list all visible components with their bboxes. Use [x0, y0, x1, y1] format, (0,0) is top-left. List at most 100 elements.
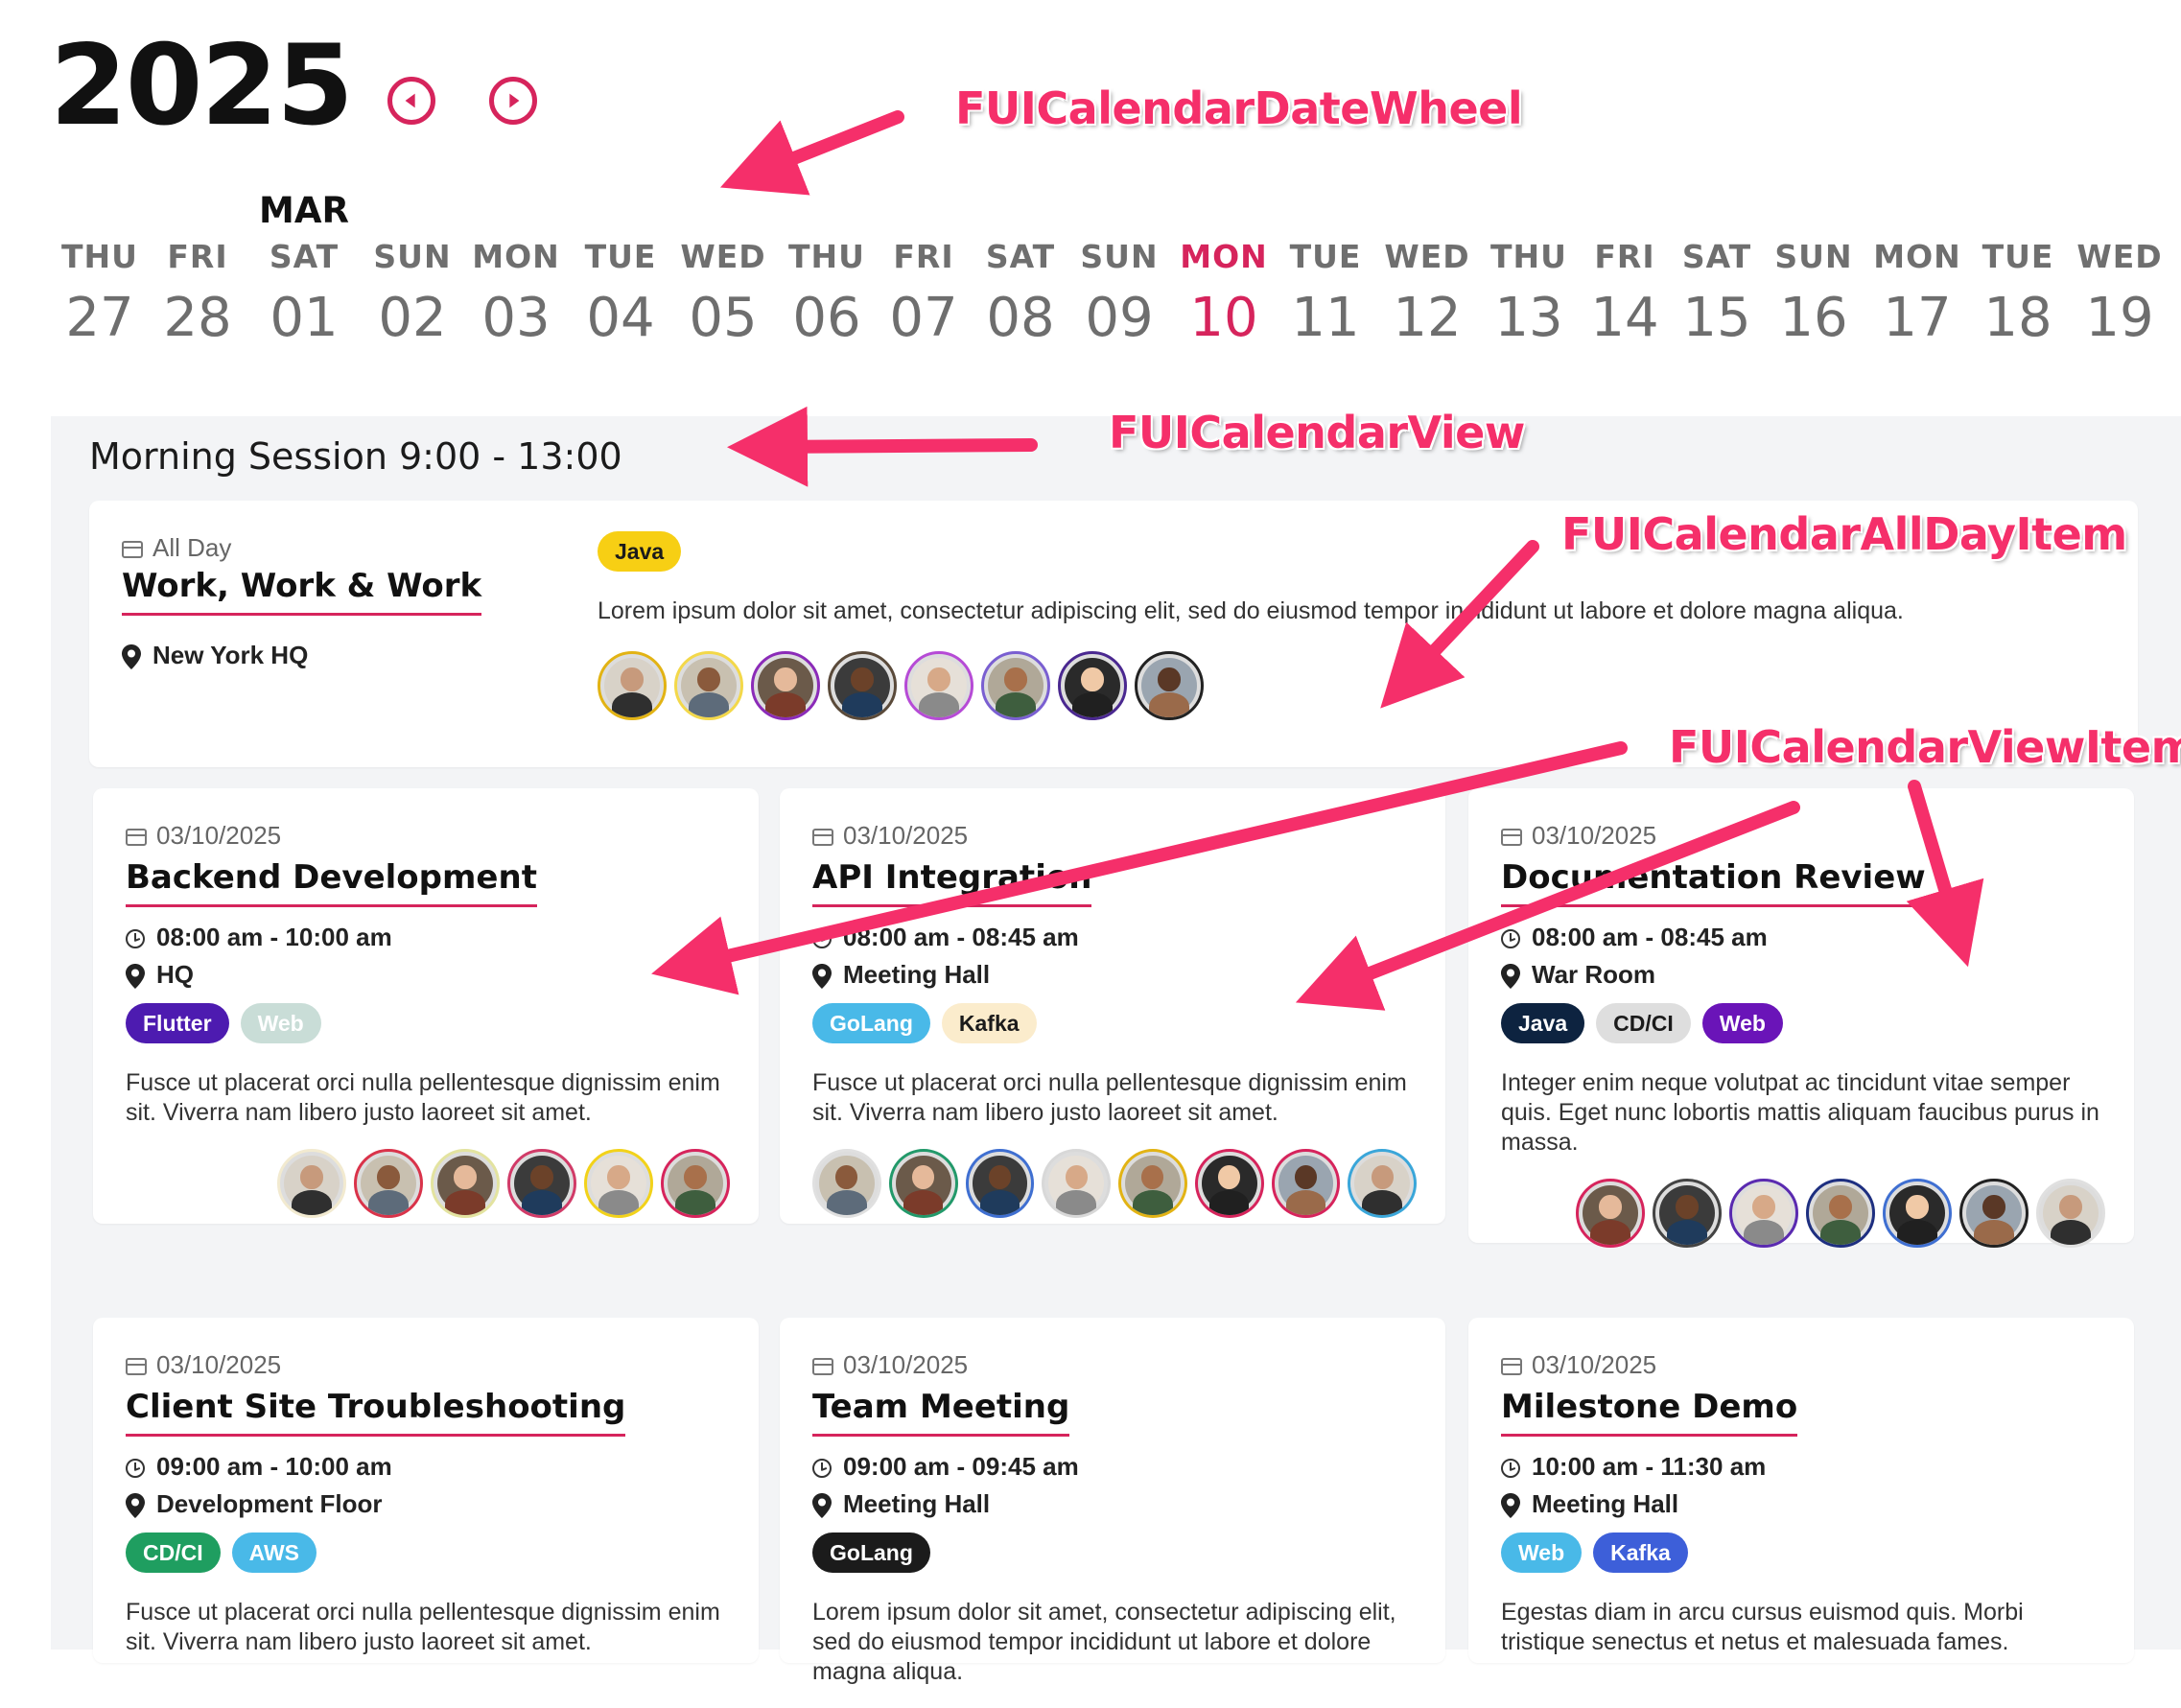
event-tag[interactable]: Flutter [126, 1003, 229, 1043]
event-tag[interactable]: CD/CI [126, 1533, 221, 1573]
attendee-avatar[interactable] [1042, 1149, 1111, 1218]
location-pin-icon [1501, 964, 1520, 990]
attendee-avatar[interactable] [1194, 1149, 1264, 1218]
event-tag[interactable]: Kafka [1593, 1533, 1688, 1573]
day-number: 05 [689, 287, 758, 349]
attendee-avatar[interactable] [1729, 1179, 1798, 1248]
day-name: THU [788, 238, 865, 275]
date-wheel-day[interactable]: THU 06 [774, 238, 879, 349]
event-title: Team Meeting [812, 1388, 1070, 1437]
calendar-view-item[interactable]: 03/10/2025 API Integration 08:00 am - 08… [780, 788, 1445, 1224]
event-tag[interactable]: Web [240, 1003, 321, 1043]
attendee-avatar[interactable] [828, 651, 897, 720]
date-wheel-day[interactable]: MON 10 [1171, 238, 1277, 349]
attendee-avatar[interactable] [431, 1149, 500, 1218]
clock-icon [812, 1459, 832, 1479]
event-tag[interactable]: Web [1501, 1533, 1583, 1573]
calendar-view-item[interactable]: 03/10/2025 Backend Development 08:00 am … [93, 788, 759, 1224]
attendee-avatar[interactable] [981, 651, 1050, 720]
day-number: 10 [1189, 287, 1258, 349]
clock-icon [126, 929, 145, 949]
day-name: WED [680, 238, 766, 275]
day-number: 12 [1393, 287, 1462, 349]
previous-year-button[interactable] [387, 77, 435, 125]
date-wheel-day[interactable]: MON 03 [463, 238, 569, 349]
day-number: 02 [378, 287, 447, 349]
attendee-avatar[interactable] [1058, 651, 1127, 720]
attendee-avatar[interactable] [2036, 1179, 2105, 1248]
event-tag[interactable]: GoLang [812, 1533, 930, 1573]
date-wheel-day[interactable]: SUN 16 [1761, 238, 1866, 349]
day-name: FRI [893, 238, 954, 275]
date-wheel-day[interactable]: MON 17 [1864, 238, 1970, 349]
event-tag[interactable]: Kafka [941, 1003, 1037, 1043]
date-wheel-day[interactable]: SAT 01 [251, 238, 357, 349]
date-wheel-day[interactable]: THU 27 [47, 238, 152, 349]
attendee-avatar[interactable] [1135, 651, 1204, 720]
calendar-view-item[interactable]: 03/10/2025 Client Site Troubleshooting 0… [93, 1318, 759, 1663]
attendee-avatar[interactable] [1959, 1179, 2029, 1248]
event-description: Fusce ut placerat orci nulla pellentesqu… [812, 1069, 1407, 1126]
event-tag[interactable]: GoLang [812, 1003, 930, 1043]
attendee-avatar[interactable] [584, 1149, 653, 1218]
day-name: TUE [1289, 238, 1362, 275]
attendee-avatar[interactable] [1576, 1179, 1645, 1248]
day-number: 28 [163, 287, 232, 349]
day-number: 19 [2085, 287, 2154, 349]
event-tag[interactable]: Web [1701, 1003, 1783, 1043]
attendee-avatar[interactable] [965, 1149, 1035, 1218]
calendar-view-item[interactable]: 03/10/2025 Documentation Review 08:00 am… [1468, 788, 2134, 1248]
date-wheel-day[interactable]: WED 19 [2067, 238, 2172, 349]
attendee-avatar[interactable] [507, 1149, 576, 1218]
attendee-avatar[interactable] [812, 1149, 881, 1218]
attendee-avatar[interactable] [751, 651, 820, 720]
attendee-avatar[interactable] [1806, 1179, 1875, 1248]
session-title: Morning Session 9:00 - 13:00 [89, 435, 622, 478]
tag-java[interactable]: Java [598, 531, 682, 572]
next-year-button[interactable] [489, 77, 537, 125]
date-wheel-day[interactable]: SAT 15 [1664, 238, 1770, 349]
event-tag[interactable]: CD/CI [1596, 1003, 1691, 1043]
date-wheel-day[interactable]: TUE 18 [1965, 238, 2071, 349]
attendee-avatar[interactable] [1271, 1149, 1341, 1218]
attendee-avatar[interactable] [354, 1149, 423, 1218]
event-date: 03/10/2025 [156, 821, 282, 850]
calendar-icon [812, 829, 833, 847]
date-wheel-day[interactable]: THU 13 [1476, 238, 1582, 349]
date-wheel-day[interactable]: FRI 14 [1572, 238, 1677, 349]
event-tag[interactable]: Java [1501, 1003, 1585, 1043]
attendee-avatar[interactable] [1348, 1149, 1417, 1218]
date-wheel-day[interactable]: WED 12 [1374, 238, 1480, 349]
date-wheel-day[interactable]: SUN 02 [360, 238, 465, 349]
attendee-avatar[interactable] [277, 1149, 346, 1218]
date-wheel-day[interactable]: TUE 04 [568, 238, 673, 349]
date-wheel-day[interactable]: FRI 28 [145, 238, 250, 349]
event-tag[interactable]: AWS [231, 1533, 317, 1573]
attendee-avatar[interactable] [904, 651, 973, 720]
day-name: SUN [1080, 238, 1159, 275]
date-wheel-day[interactable]: FRI 07 [871, 238, 976, 349]
event-location: Meeting Hall [1532, 1489, 1679, 1518]
attendee-avatar[interactable] [674, 651, 743, 720]
date-wheel-day[interactable]: WED 05 [670, 238, 776, 349]
attendee-avatar[interactable] [888, 1149, 958, 1218]
attendee-avatar[interactable] [1653, 1179, 1722, 1248]
calendar-view-item[interactable]: 03/10/2025 Team Meeting 09:00 am - 09:45… [780, 1318, 1445, 1685]
annotation-all-day-item: FUICalendarAllDayItem [1561, 508, 2127, 560]
attendee-avatar[interactable] [1883, 1179, 1952, 1248]
attendee-avatar[interactable] [1118, 1149, 1187, 1218]
date-wheel-day[interactable]: SAT 08 [968, 238, 1073, 349]
calendar-view-item[interactable]: 03/10/2025 Milestone Demo 10:00 am - 11:… [1468, 1318, 2134, 1663]
event-description: Integer enim neque volutpat ac tincidunt… [1501, 1069, 2099, 1156]
attendee-avatar[interactable] [598, 651, 667, 720]
calendar-icon [122, 541, 143, 559]
date-wheel-day[interactable]: SUN 09 [1067, 238, 1172, 349]
day-number: 07 [889, 287, 958, 349]
day-number: 06 [792, 287, 861, 349]
location-pin-icon [812, 964, 832, 990]
location-pin-icon [812, 1493, 832, 1519]
attendee-avatar[interactable] [661, 1149, 730, 1218]
day-name: WED [2076, 238, 2163, 275]
date-wheel-day[interactable]: TUE 11 [1273, 238, 1378, 349]
event-date: 03/10/2025 [1532, 821, 1657, 850]
